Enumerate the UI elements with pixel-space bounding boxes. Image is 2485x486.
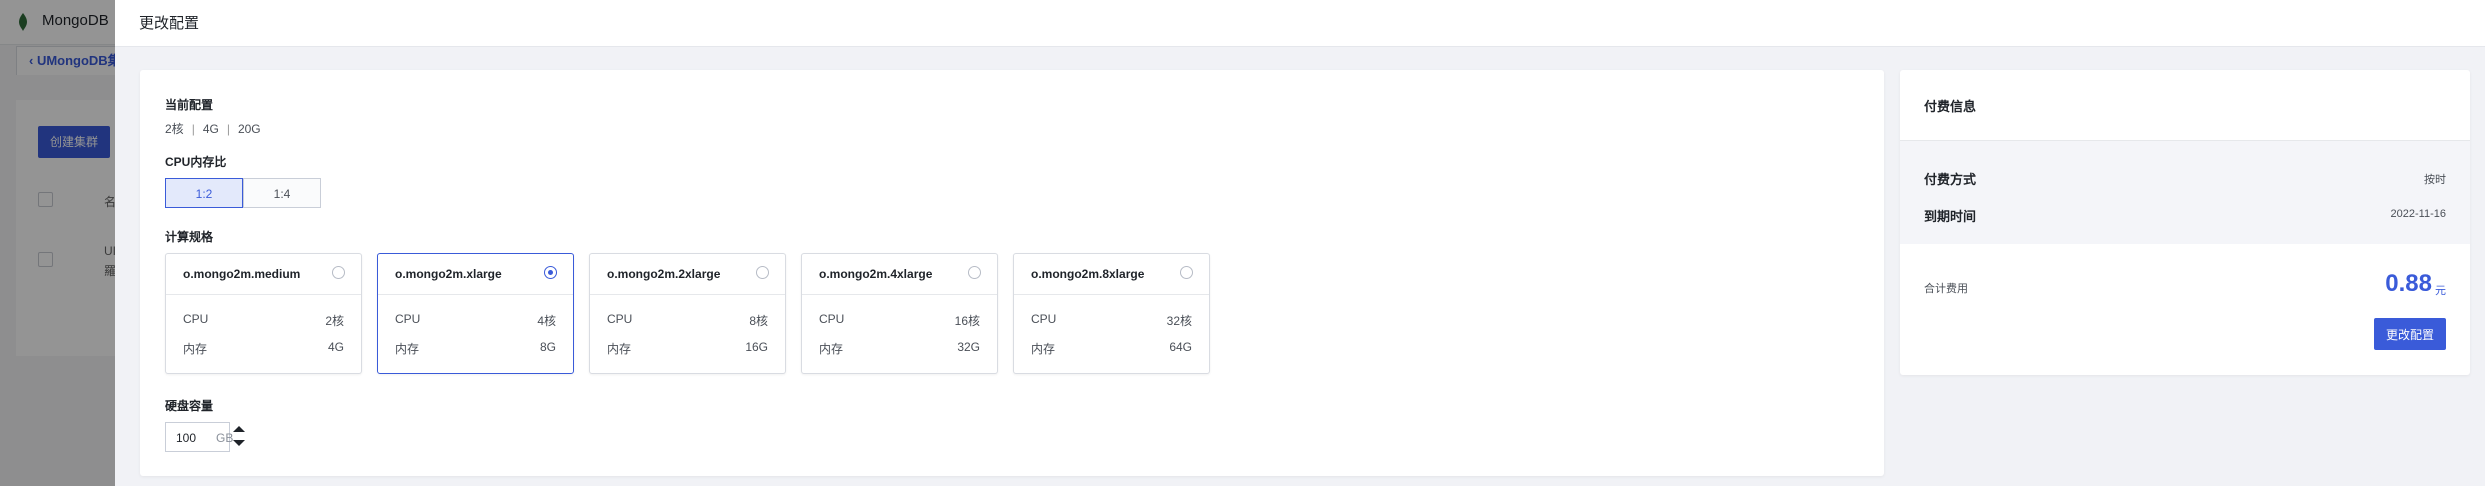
current-config-label: 当前配置 <box>165 98 214 112</box>
spec-memory-key: 内存 <box>395 342 420 356</box>
spec-memory-key: 内存 <box>183 342 208 356</box>
spec-cpu-key: CPU <box>607 312 633 326</box>
spec-card-header: o.mongo2m.2xlarge <box>590 254 785 295</box>
separator: | <box>191 122 195 136</box>
spec-cpu-value: 2核 <box>325 314 344 328</box>
payment-info-title: 付费信息 <box>1924 99 1977 114</box>
spec-cpu-key: CPU <box>183 312 209 326</box>
payment-info-card: 付费信息 付费方式 按时 到期时间 2022-11-16 合计费用 0.88 元… <box>1900 70 2470 375</box>
total-cost-label: 合计费用 <box>1924 283 1968 295</box>
spec-name: o.mongo2m.4xlarge <box>819 267 933 281</box>
config-form-card: 当前配置 2核 | 4G | 20G CPU内存比 1:2 1:4 计算规格 o.mon… <box>140 70 1884 476</box>
disk-capacity-label: 硬盘容量 <box>165 399 214 413</box>
spec-cpu-key: CPU <box>1031 312 1057 326</box>
spec-card-header: o.mongo2m.medium <box>166 254 361 295</box>
spec-cpu-value: 4核 <box>537 314 556 328</box>
change-config-button[interactable]: 更改配置 <box>2374 318 2446 350</box>
current-config-values: 2核 | 4G | 20G <box>165 120 261 137</box>
spec-memory-value: 16G <box>745 340 768 354</box>
cpu-ratio-label: CPU内存比 <box>165 155 227 169</box>
ratio-option-1-2[interactable]: 1:2 <box>165 178 243 208</box>
increment-arrow-icon[interactable] <box>233 426 245 432</box>
expire-time-value: 2022-11-16 <box>2390 208 2446 220</box>
spec-card-header: o.mongo2m.8xlarge <box>1014 254 1209 295</box>
spec-memory-key: 内存 <box>607 342 632 356</box>
payment-details: 付费方式 按时 到期时间 2022-11-16 <box>1900 140 2470 244</box>
compute-spec-label: 计算规格 <box>165 230 214 244</box>
spec-cpu-key: CPU <box>395 312 421 326</box>
spec-memory-value: 4G <box>327 340 344 354</box>
spec-memory-value: 32G <box>957 340 980 354</box>
spec-name: o.mongo2m.2xlarge <box>607 267 721 281</box>
spec-radio[interactable] <box>968 266 981 279</box>
change-config-drawer: 更改配置 当前配置 2核 | 4G | 20G CPU内存比 1:2 1:4 计算规格 … <box>115 0 2485 486</box>
payment-method-value: 按时 <box>2424 174 2446 186</box>
spec-cpu-value: 8核 <box>749 314 768 328</box>
ratio-option-1-4[interactable]: 1:4 <box>243 178 321 208</box>
current-cpu: 2核 <box>165 122 184 136</box>
spec-memory-value: 64G <box>1169 340 1192 354</box>
disk-capacity-input[interactable]: 100 GB <box>165 422 233 452</box>
decrement-arrow-icon[interactable] <box>233 440 245 446</box>
spec-cpu-value: 32核 <box>1166 314 1192 328</box>
spec-radio[interactable] <box>756 266 769 279</box>
spec-memory-value: 8G <box>539 340 556 354</box>
total-cost-amount: 0.88 <box>2385 270 2432 297</box>
drawer-title: 更改配置 <box>139 15 200 32</box>
spec-card-medium[interactable]: o.mongo2m.medium CPU 2核 内存 4G <box>165 253 362 374</box>
spec-name: o.mongo2m.xlarge <box>395 267 502 281</box>
separator: | <box>226 122 230 136</box>
expire-time-label: 到期时间 <box>1924 209 1977 224</box>
spec-card-8xlarge[interactable]: o.mongo2m.8xlarge CPU 32核 内存 64G <box>1013 253 1210 374</box>
spec-card-4xlarge[interactable]: o.mongo2m.4xlarge CPU 16核 内存 32G <box>801 253 998 374</box>
spec-radio-selected[interactable] <box>544 266 557 279</box>
spec-card-xlarge[interactable]: o.mongo2m.xlarge CPU 4核 内存 8G <box>377 253 574 374</box>
spec-memory-key: 内存 <box>1031 342 1056 356</box>
spec-cpu-key: CPU <box>819 312 845 326</box>
total-cost-unit: 元 <box>2435 285 2446 297</box>
drawer-header: 更改配置 <box>115 0 2485 47</box>
disk-capacity-value: 100 <box>176 431 197 445</box>
current-memory: 4G <box>202 122 219 136</box>
spec-cpu-value: 16核 <box>954 314 980 328</box>
current-disk: 20G <box>237 122 261 136</box>
spec-card-header: o.mongo2m.4xlarge <box>802 254 997 295</box>
spec-radio[interactable] <box>1180 266 1193 279</box>
spec-radio[interactable] <box>332 266 345 279</box>
spec-card-header: o.mongo2m.xlarge <box>378 254 573 295</box>
payment-method-label: 付费方式 <box>1924 172 1977 187</box>
spec-memory-key: 内存 <box>819 342 844 356</box>
spec-name: o.mongo2m.medium <box>183 267 301 281</box>
spec-card-2xlarge[interactable]: o.mongo2m.2xlarge CPU 8核 内存 16G <box>589 253 786 374</box>
disk-stepper[interactable] <box>230 422 248 452</box>
spec-name: o.mongo2m.8xlarge <box>1031 267 1145 281</box>
